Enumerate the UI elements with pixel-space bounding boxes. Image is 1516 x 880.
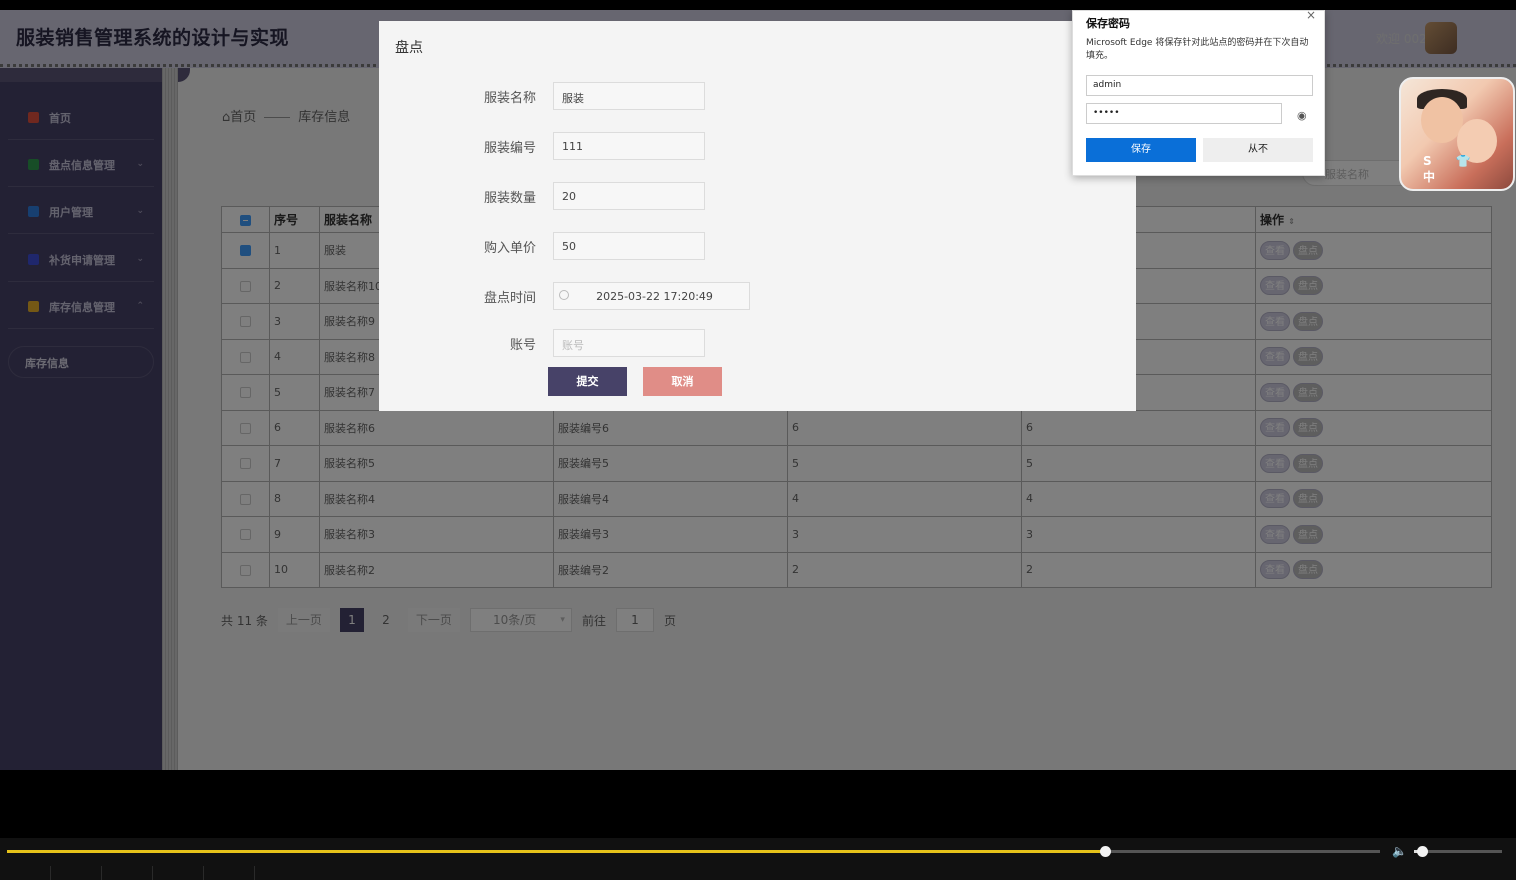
form-input[interactable]: 50: [553, 232, 705, 260]
popup-save-button[interactable]: 保存: [1086, 138, 1196, 162]
form-input[interactable]: 服装: [553, 82, 705, 110]
form-row: 盘点时间 2025-03-22 17:20:49: [379, 282, 1136, 310]
volume-icon[interactable]: 🔈: [1392, 844, 1407, 858]
form-label: 账号: [509, 338, 536, 353]
form-row: 购入单价 50: [379, 232, 1136, 260]
form-label: 服装名称: [483, 91, 536, 106]
form-input[interactable]: 账号: [553, 329, 705, 357]
input-value: 2025-03-22 17:20:49: [596, 290, 713, 303]
app-window: 服装销售管理系统的设计与实现 欢迎 002 首页盘点信息管理⌄用户管理⌄补货申请…: [0, 10, 1516, 770]
form-input[interactable]: 111: [553, 132, 705, 160]
popup-never-button[interactable]: 从不: [1203, 138, 1313, 162]
form-row: 服装编号 111: [379, 132, 1136, 160]
progress-fill: [7, 850, 1106, 853]
clock-icon: [559, 290, 569, 300]
video-player-bar: 🔈: [0, 838, 1516, 880]
popup-description: Microsoft Edge 将保存针对此站点的密码并在下次自动填充。: [1086, 38, 1309, 61]
input-value: 111: [562, 140, 583, 153]
form-row: 服装名称 服装: [379, 82, 1136, 110]
popup-username-field[interactable]: admin: [1086, 75, 1313, 96]
control-slot[interactable]: [102, 866, 153, 880]
form-label: 服装编号: [483, 141, 536, 156]
popup-password-field[interactable]: •••••: [1086, 103, 1282, 124]
popup-title: 保存密码: [1086, 17, 1130, 30]
submit-button[interactable]: 提交: [548, 367, 627, 396]
form-label: 盘点时间: [483, 291, 536, 306]
progress-handle[interactable]: [1099, 846, 1111, 857]
save-password-popup: 保存密码 × Microsoft Edge 将保存针对此站点的密码并在下次自动填…: [1072, 10, 1325, 176]
datetime-picker[interactable]: 2025-03-22 17:20:49: [553, 282, 750, 310]
progress-track[interactable]: [7, 850, 1380, 853]
webcam-thumbnail: S 👕 中: [1399, 77, 1515, 191]
control-slot[interactable]: [153, 866, 204, 880]
form-row: 账号 账号: [379, 329, 1136, 357]
dialog-title: 盘点: [395, 40, 423, 56]
input-placeholder: 账号: [562, 339, 584, 352]
inventory-check-dialog: 盘点 服装名称 服装服装编号 111 服装数量 20 购入单价 50 盘点时间 2025-03-…: [379, 21, 1136, 411]
control-slot[interactable]: [204, 866, 255, 880]
input-value: 20: [562, 190, 576, 203]
input-value: 服装: [562, 92, 584, 105]
form-label: 服装数量: [483, 191, 536, 206]
volume-handle[interactable]: [1417, 846, 1429, 857]
form-input[interactable]: 20: [553, 182, 705, 210]
close-icon[interactable]: ×: [1306, 10, 1316, 22]
control-slot[interactable]: [51, 866, 102, 880]
webcam-badge: S 👕 中: [1423, 154, 1481, 184]
form-row: 服装数量 20: [379, 182, 1136, 210]
eye-icon[interactable]: ◉: [1297, 109, 1307, 122]
player-controls-strip: [0, 866, 1516, 880]
control-slot[interactable]: [0, 866, 51, 880]
cancel-button[interactable]: 取消: [643, 367, 722, 396]
form-label: 购入单价: [483, 241, 536, 256]
input-value: 50: [562, 240, 576, 253]
